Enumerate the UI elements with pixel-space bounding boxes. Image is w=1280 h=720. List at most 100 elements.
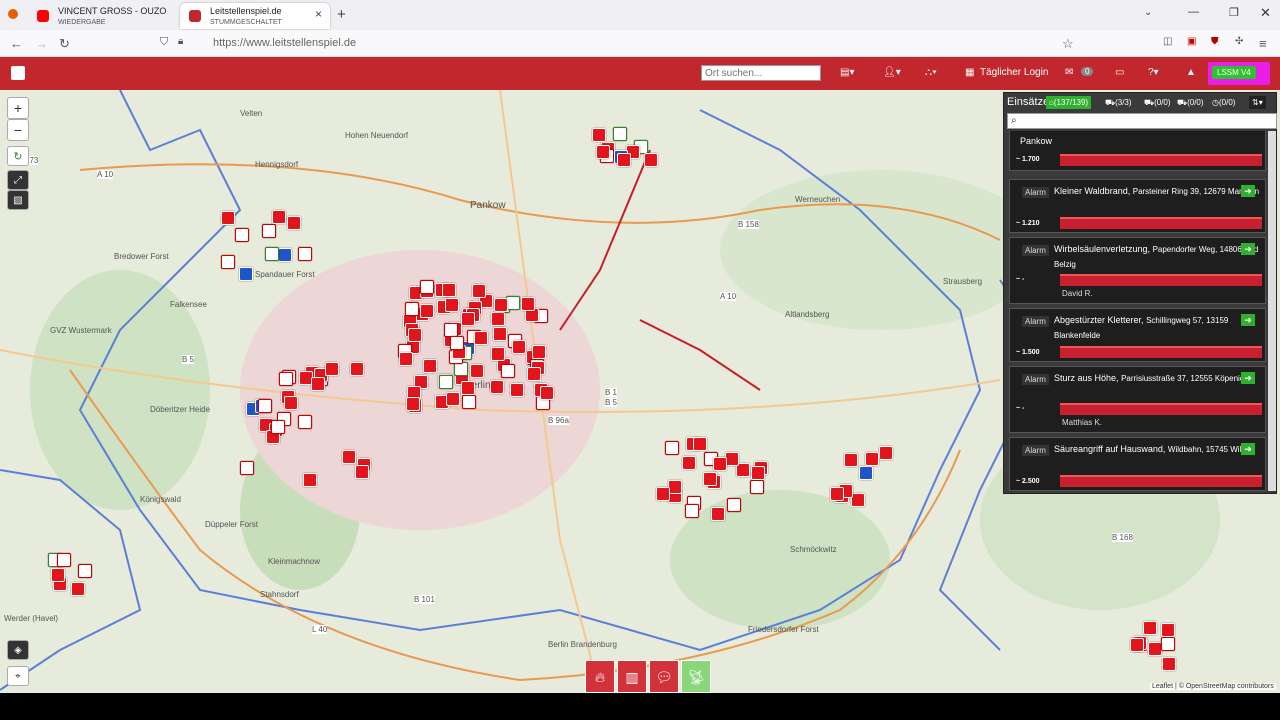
mission-marker[interactable] <box>235 228 249 242</box>
mission-marker[interactable] <box>540 386 554 400</box>
mission-card[interactable]: Alarm Kleiner Waldbrand, Parsteiner Ring… <box>1009 179 1266 233</box>
map-toggle-button[interactable]: ▧ <box>7 190 29 210</box>
alarm-button[interactable]: Alarm <box>1022 187 1049 198</box>
reload-icon[interactable]: ↻ <box>59 36 70 52</box>
mission-marker[interactable] <box>725 452 739 466</box>
mission-marker[interactable] <box>450 336 464 350</box>
mission-marker[interactable] <box>682 456 696 470</box>
messages-icon[interactable]: ✉ <box>1065 67 1073 78</box>
mission-marker[interactable] <box>527 367 541 381</box>
mission-marker[interactable] <box>472 284 486 298</box>
mission-marker[interactable] <box>350 362 364 376</box>
mission-marker[interactable] <box>727 498 741 512</box>
restore-button[interactable]: ❐ <box>1229 6 1239 19</box>
menu-icon[interactable]: ≡ <box>1259 36 1267 51</box>
layers-button[interactable]: ◈ <box>7 640 29 660</box>
mission-marker[interactable] <box>405 302 419 316</box>
place-search-input[interactable] <box>701 65 821 81</box>
mission-search-input[interactable]: ⌕ <box>1007 113 1277 129</box>
mission-marker[interactable] <box>617 153 631 167</box>
map-attribution[interactable]: Leaflet | © OpenStreetMap contributors <box>1150 683 1276 690</box>
mission-marker[interactable] <box>506 296 520 310</box>
mission-marker[interactable] <box>474 331 488 345</box>
mission-marker[interactable] <box>399 352 413 366</box>
mission-marker[interactable] <box>325 362 339 376</box>
mission-marker[interactable] <box>668 480 682 494</box>
mission-marker[interactable] <box>298 415 312 429</box>
shield-icon[interactable]: ⛉ <box>160 36 168 49</box>
mission-marker[interactable] <box>57 553 71 567</box>
mission-marker[interactable] <box>512 340 526 354</box>
mission-marker[interactable] <box>446 392 460 406</box>
mission-marker[interactable] <box>355 465 369 479</box>
mission-marker[interactable] <box>1162 657 1176 671</box>
mission-marker[interactable] <box>240 461 254 475</box>
tab-youtube[interactable]: VINCENT GROSS - OUZO (OFFIC WIEDERGABE <box>28 3 178 29</box>
warning-icon[interactable]: ▲ <box>1186 67 1196 78</box>
mission-marker[interactable] <box>494 298 508 312</box>
mission-marker[interactable] <box>665 441 679 455</box>
mission-go-button[interactable]: ➜ <box>1241 314 1255 326</box>
mission-marker[interactable] <box>444 323 458 337</box>
mission-marker[interactable] <box>830 487 844 501</box>
star-icon[interactable]: ☆ <box>1062 36 1074 52</box>
mission-list-scrollbar[interactable] <box>1268 131 1276 491</box>
mission-marker[interactable] <box>406 397 420 411</box>
mission-marker[interactable] <box>71 582 85 596</box>
mission-marker[interactable] <box>656 487 670 501</box>
mission-marker[interactable] <box>851 493 865 507</box>
mission-marker[interactable] <box>491 347 505 361</box>
mission-marker[interactable] <box>613 127 627 141</box>
mission-marker[interactable] <box>501 364 515 378</box>
mission-marker[interactable] <box>532 345 546 359</box>
mission-marker[interactable] <box>596 145 610 159</box>
mission-marker[interactable] <box>1161 637 1175 651</box>
alarm-button[interactable]: Alarm <box>1022 445 1049 456</box>
mission-marker[interactable] <box>521 297 535 311</box>
filter-emergency[interactable]: ⌂(137/139) <box>1046 96 1092 109</box>
mission-marker[interactable] <box>1130 638 1144 652</box>
fullscreen-button[interactable]: ⤢ <box>7 170 29 190</box>
alliance-menu-icon[interactable]: ⛬▾ <box>925 67 937 78</box>
radio-button[interactable]: 📡︎ <box>681 660 711 693</box>
mission-go-button[interactable]: ➜ <box>1241 372 1255 384</box>
forward-icon[interactable]: → <box>35 36 48 51</box>
mission-marker[interactable] <box>703 472 717 486</box>
mission-card[interactable]: Alarm Säureangriff auf Hauswand, Wildbah… <box>1009 437 1266 491</box>
mission-marker[interactable] <box>272 210 286 224</box>
mission-marker[interactable] <box>693 437 707 451</box>
close-icon[interactable]: × <box>315 8 322 20</box>
mission-marker[interactable] <box>439 375 453 389</box>
back-icon[interactable]: ← <box>10 36 23 51</box>
mission-marker[interactable] <box>239 267 253 281</box>
filter-sicherheit[interactable]: ⛟(0/0) <box>1174 96 1207 109</box>
mission-marker[interactable] <box>490 380 504 394</box>
url-text[interactable]: https://www.leitstellenspiel.de <box>213 37 356 49</box>
mission-marker[interactable] <box>442 283 456 297</box>
mission-marker[interactable] <box>751 466 765 480</box>
ublock-icon[interactable]: ⛊ <box>1211 36 1219 47</box>
mission-marker[interactable] <box>303 473 317 487</box>
zoom-out-button[interactable]: − <box>7 119 29 141</box>
filter-planned[interactable]: ◷(0/0) <box>1209 96 1238 109</box>
mission-marker[interactable] <box>420 280 434 294</box>
fire-mission-button[interactable]: 🔥︎ <box>585 660 615 693</box>
mission-marker[interactable] <box>644 153 658 167</box>
mission-go-button[interactable]: ➜ <box>1241 185 1255 197</box>
chat-icon[interactable]: ▭ <box>1115 67 1124 78</box>
chat-button[interactable]: 💬︎ <box>649 660 679 693</box>
mission-marker[interactable] <box>221 255 235 269</box>
mission-marker[interactable] <box>470 364 484 378</box>
minimize-button[interactable]: — <box>1188 6 1199 18</box>
mission-marker[interactable] <box>278 248 292 262</box>
mission-marker[interactable] <box>859 466 873 480</box>
mission-marker[interactable] <box>685 504 699 518</box>
mission-marker[interactable] <box>750 480 764 494</box>
mission-marker[interactable] <box>461 312 475 326</box>
puzzle-icon[interactable]: ✣ <box>1235 36 1243 47</box>
zoom-in-button[interactable]: + <box>7 97 29 119</box>
mission-marker[interactable] <box>342 450 356 464</box>
sort-button[interactable]: ⇅▾ <box>1249 96 1266 109</box>
chevron-down-icon[interactable]: ⌄ <box>1144 7 1152 18</box>
filter-ambulance[interactable]: ⛟(3/3) <box>1102 96 1135 109</box>
